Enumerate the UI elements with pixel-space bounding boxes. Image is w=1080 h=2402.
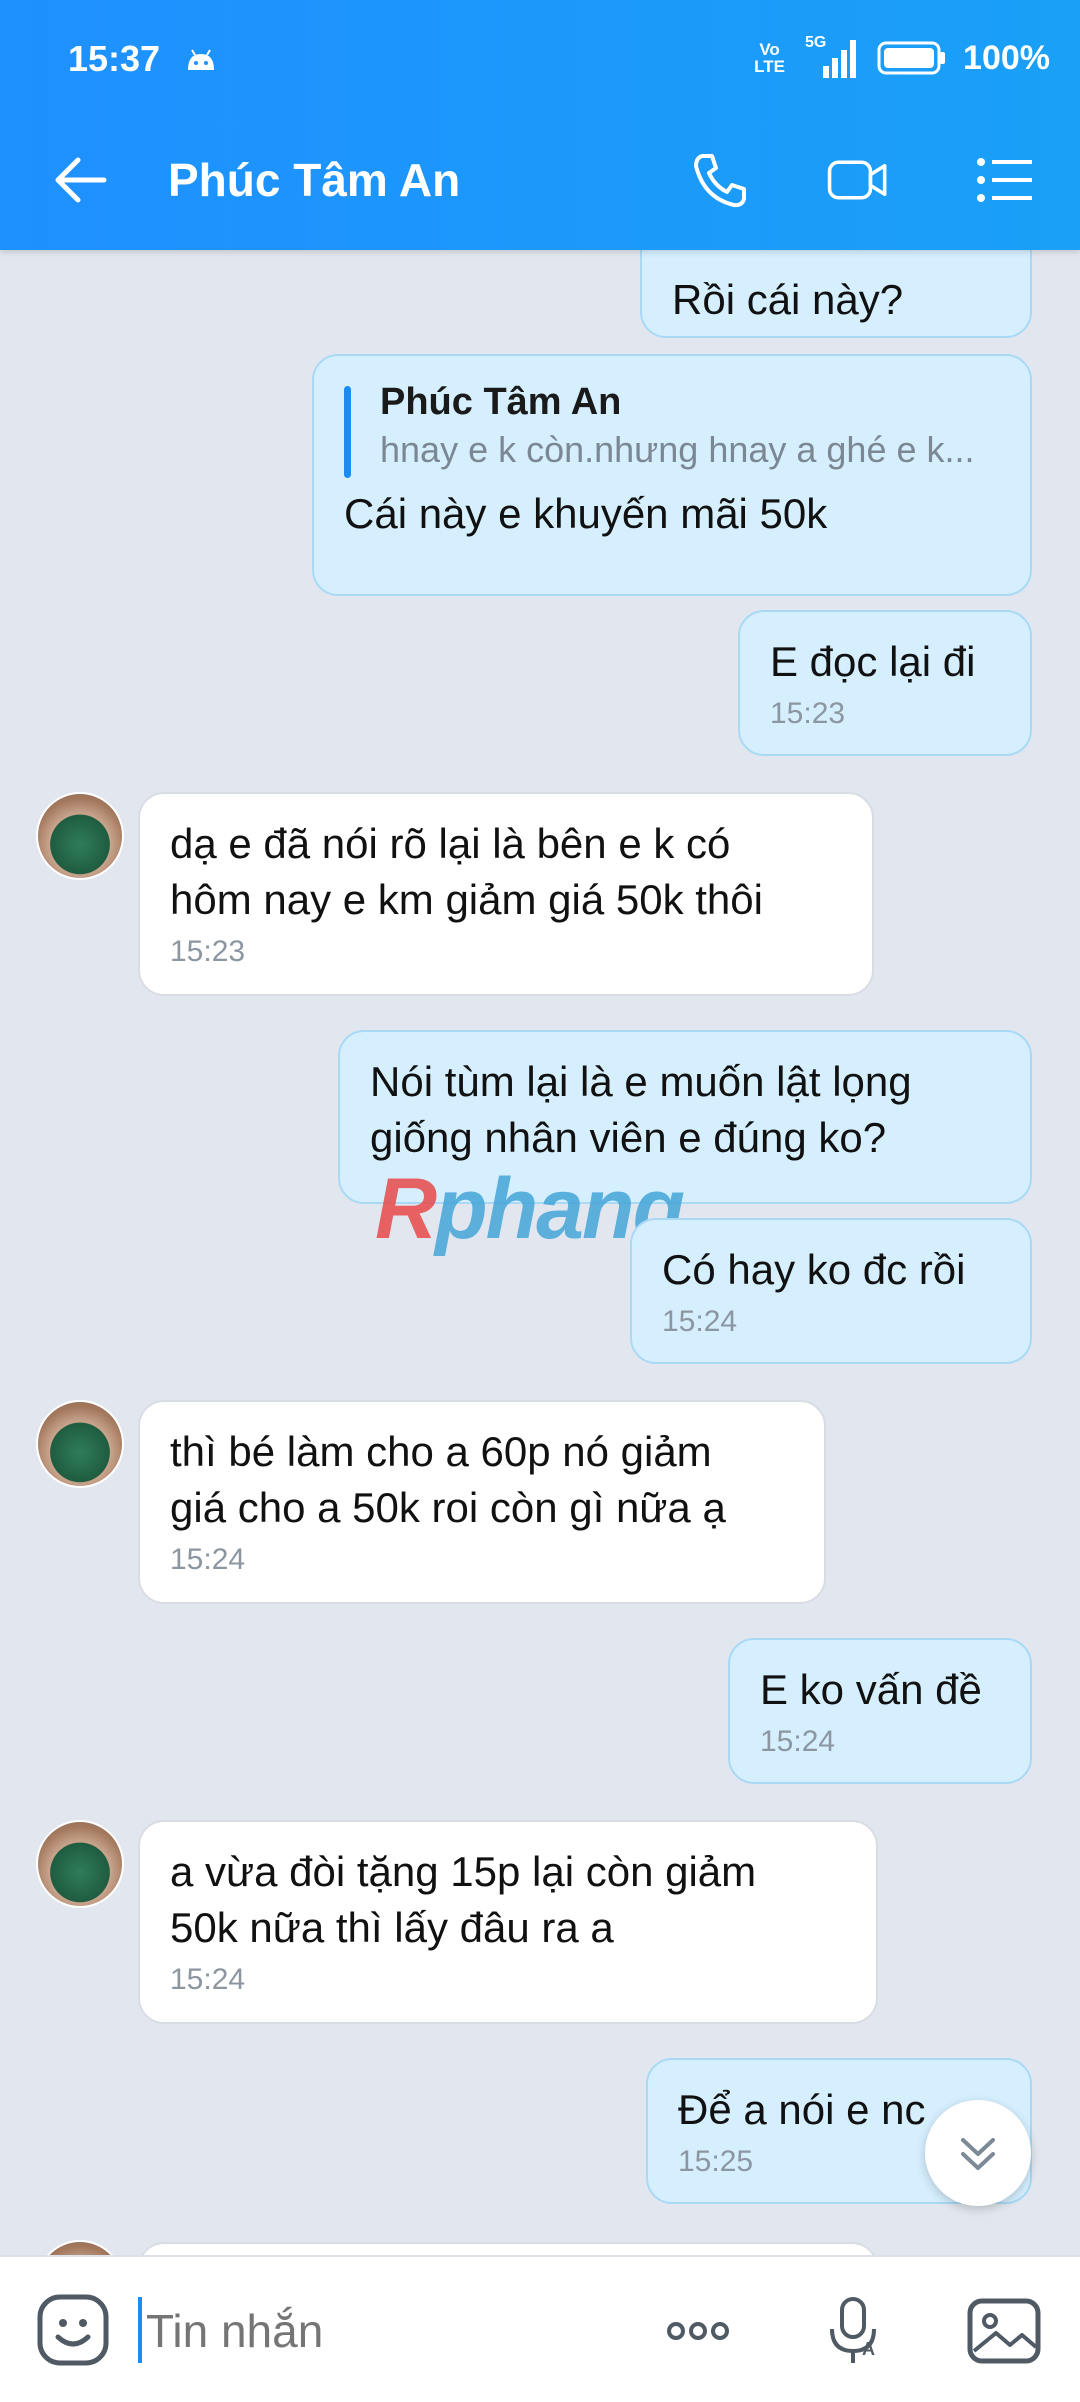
contact-name[interactable]: Phúc Tâm An (168, 150, 460, 210)
volte-line1: Vo (759, 40, 780, 59)
message-time: 15:24 (170, 1963, 246, 1996)
contact-avatar[interactable] (36, 792, 124, 880)
android-icon (188, 49, 214, 70)
more-options-icon[interactable] (660, 2293, 736, 2369)
outgoing-message-with-reply[interactable]: Phúc Tâm An hnay e k còn.nhưng hnay a gh… (312, 354, 1032, 596)
message-line: Nói tùm lại là e muốn lật lọng (370, 1058, 912, 1105)
back-arrow-icon[interactable] (50, 150, 110, 210)
voice-message-icon[interactable]: A (818, 2293, 894, 2369)
message-text: E ko vấn đề (760, 1666, 982, 1713)
reply-quote-bar (344, 386, 351, 478)
sticker-emoji-icon[interactable] (36, 2293, 110, 2367)
incoming-message[interactable] (138, 2242, 878, 2255)
outgoing-message[interactable]: E ko vấn đề 15:24 (728, 1638, 1032, 1784)
message-text: Cái này e khuyến mãi 50k (344, 490, 828, 537)
outgoing-message[interactable]: E đọc lại đi 15:23 (738, 610, 1032, 756)
incoming-message[interactable]: thì bé làm cho a 60p nó giảm giá cho a 5… (138, 1400, 826, 1604)
video-call-icon[interactable] (826, 148, 890, 212)
message-time: 15:24 (662, 1305, 738, 1338)
status-time: 15:37 (68, 38, 161, 79)
battery-percent: 100% (963, 38, 1050, 77)
message-line: thì bé làm cho a 60p nó giảm (170, 1428, 712, 1475)
message-input[interactable] (144, 2295, 648, 2367)
message-time: 15:23 (170, 935, 246, 968)
message-text: E đọc lại đi (770, 638, 976, 685)
watermark-part1: R (375, 1161, 437, 1257)
message-line: 50k nữa thì lấy đâu ra a (170, 1904, 614, 1951)
chat-area[interactable]: Rồi cái này? Phúc Tâm An hnay e k còn.nh… (0, 250, 1080, 2255)
message-composer: A (0, 2255, 1080, 2402)
signal-icon: 5G (801, 34, 861, 80)
double-chevron-down-icon (961, 2138, 995, 2170)
scroll-to-bottom-button[interactable] (925, 2100, 1031, 2206)
message-text: Rồi cái này? (672, 276, 904, 323)
menu-list-icon[interactable] (972, 148, 1036, 212)
gallery-image-icon[interactable] (966, 2293, 1042, 2369)
message-line: hôm nay e km giảm giá 50k thôi (170, 876, 763, 923)
top-bar: 15:37 Vo LTE 5G 100% Phúc Tâm An (0, 0, 1080, 250)
incoming-message[interactable]: dạ e đã nói rõ lại là bên e k có hôm nay… (138, 792, 874, 996)
message-time: 15:24 (170, 1543, 246, 1576)
contact-avatar[interactable] (36, 1400, 124, 1488)
message-line: giống nhân viên e đúng ko? (370, 1114, 887, 1161)
reply-quote[interactable]: Phúc Tâm An hnay e k còn.nhưng hnay a gh… (344, 378, 1000, 474)
message-time: 15:23 (770, 697, 846, 730)
reply-quote-sender: Phúc Tâm An (380, 381, 622, 423)
outgoing-message[interactable]: Rồi cái này? (640, 250, 1032, 338)
incoming-message[interactable]: a vừa đòi tặng 15p lại còn giảm 50k nữa … (138, 1820, 878, 2024)
message-line: dạ e đã nói rõ lại là bên e k có (170, 820, 731, 867)
outgoing-message[interactable]: Có hay ko đc rồi 15:24 (630, 1218, 1032, 1364)
contact-avatar[interactable] (36, 2240, 124, 2255)
svg-text:A: A (862, 2339, 875, 2359)
message-text: Có hay ko đc rồi (662, 1246, 966, 1293)
volte-line2: LTE (754, 57, 786, 76)
contact-avatar[interactable] (36, 1820, 124, 1908)
reply-quote-text: hnay e k còn.nhưng hnay a ghé e k... (380, 429, 975, 470)
status-icons: Vo LTE 5G 100% (754, 34, 1050, 82)
text-caret (138, 2297, 142, 2363)
message-line: giá cho a 50k roi còn gì nữa ạ (170, 1484, 726, 1531)
volte-indicator: Vo LTE (754, 41, 785, 75)
message-time: 15:24 (760, 1725, 836, 1758)
battery-icon (877, 41, 946, 75)
message-line: a vừa đòi tặng 15p lại còn giảm (170, 1848, 757, 1895)
message-text: Để a nói e nc (678, 2086, 926, 2133)
phone-icon[interactable] (688, 148, 752, 212)
